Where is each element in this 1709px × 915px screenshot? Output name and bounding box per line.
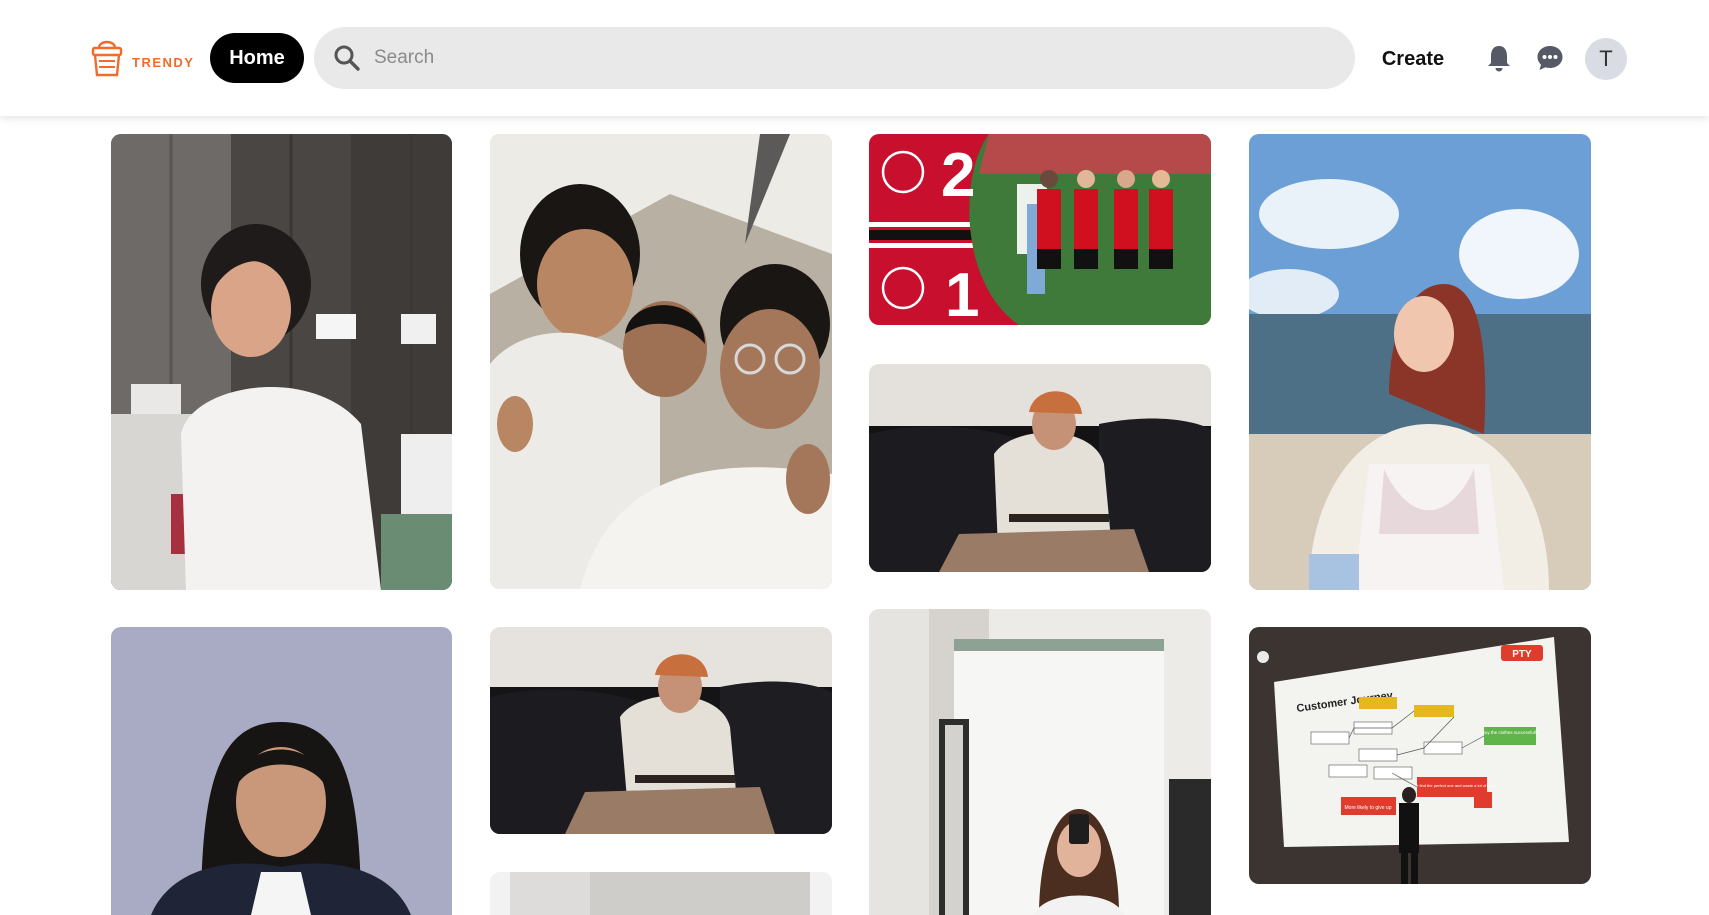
pin-image [111, 627, 452, 915]
pin-card[interactable] [1249, 134, 1591, 590]
pin-image [490, 627, 832, 834]
pin-image [1249, 134, 1591, 590]
bell-icon[interactable] [1486, 44, 1512, 72]
create-button[interactable]: Create [1372, 41, 1454, 77]
top-navigation-bar: TRENDY Home Create T [0, 0, 1709, 116]
slide-node-give-up: More likely to give up [1345, 805, 1392, 811]
avatar[interactable]: T [1585, 38, 1627, 80]
pin-image: PTY Customer Journey Buy the clothes suc… [1249, 627, 1591, 884]
slide-node-waste: Can't find the perfect one and waste a l… [1409, 783, 1495, 788]
pin-image [869, 609, 1211, 915]
pin-card[interactable] [869, 609, 1211, 915]
home-button[interactable]: Home [210, 33, 304, 83]
search-icon [332, 43, 362, 73]
pin-card[interactable] [111, 627, 452, 915]
search-bar[interactable] [314, 27, 1355, 89]
pin-image: 2 1 [869, 134, 1211, 325]
home-score: 2 [941, 141, 975, 210]
search-input[interactable] [374, 47, 1274, 69]
chat-bubble-icon[interactable] [1536, 44, 1564, 72]
away-score: 1 [945, 261, 979, 325]
pin-card[interactable]: 2 1 [869, 134, 1211, 325]
pin-card[interactable] [490, 134, 832, 589]
logo[interactable]: TRENDY [90, 36, 194, 78]
pin-image [490, 872, 832, 915]
pin-card[interactable] [490, 872, 832, 915]
pin-image [490, 134, 832, 589]
shopping-basket-logo-icon [91, 40, 123, 77]
slide-badge: PTY [1512, 649, 1532, 660]
logo-text: TRENDY [132, 54, 195, 70]
slide-node-success: Buy the clothes successfully [1482, 730, 1539, 735]
pin-image [869, 364, 1211, 572]
pin-card[interactable]: PTY Customer Journey Buy the clothes suc… [1249, 627, 1591, 884]
pin-card[interactable] [490, 627, 832, 834]
pin-card[interactable] [869, 364, 1211, 572]
pin-card[interactable] [111, 134, 452, 590]
pin-image [111, 134, 452, 590]
